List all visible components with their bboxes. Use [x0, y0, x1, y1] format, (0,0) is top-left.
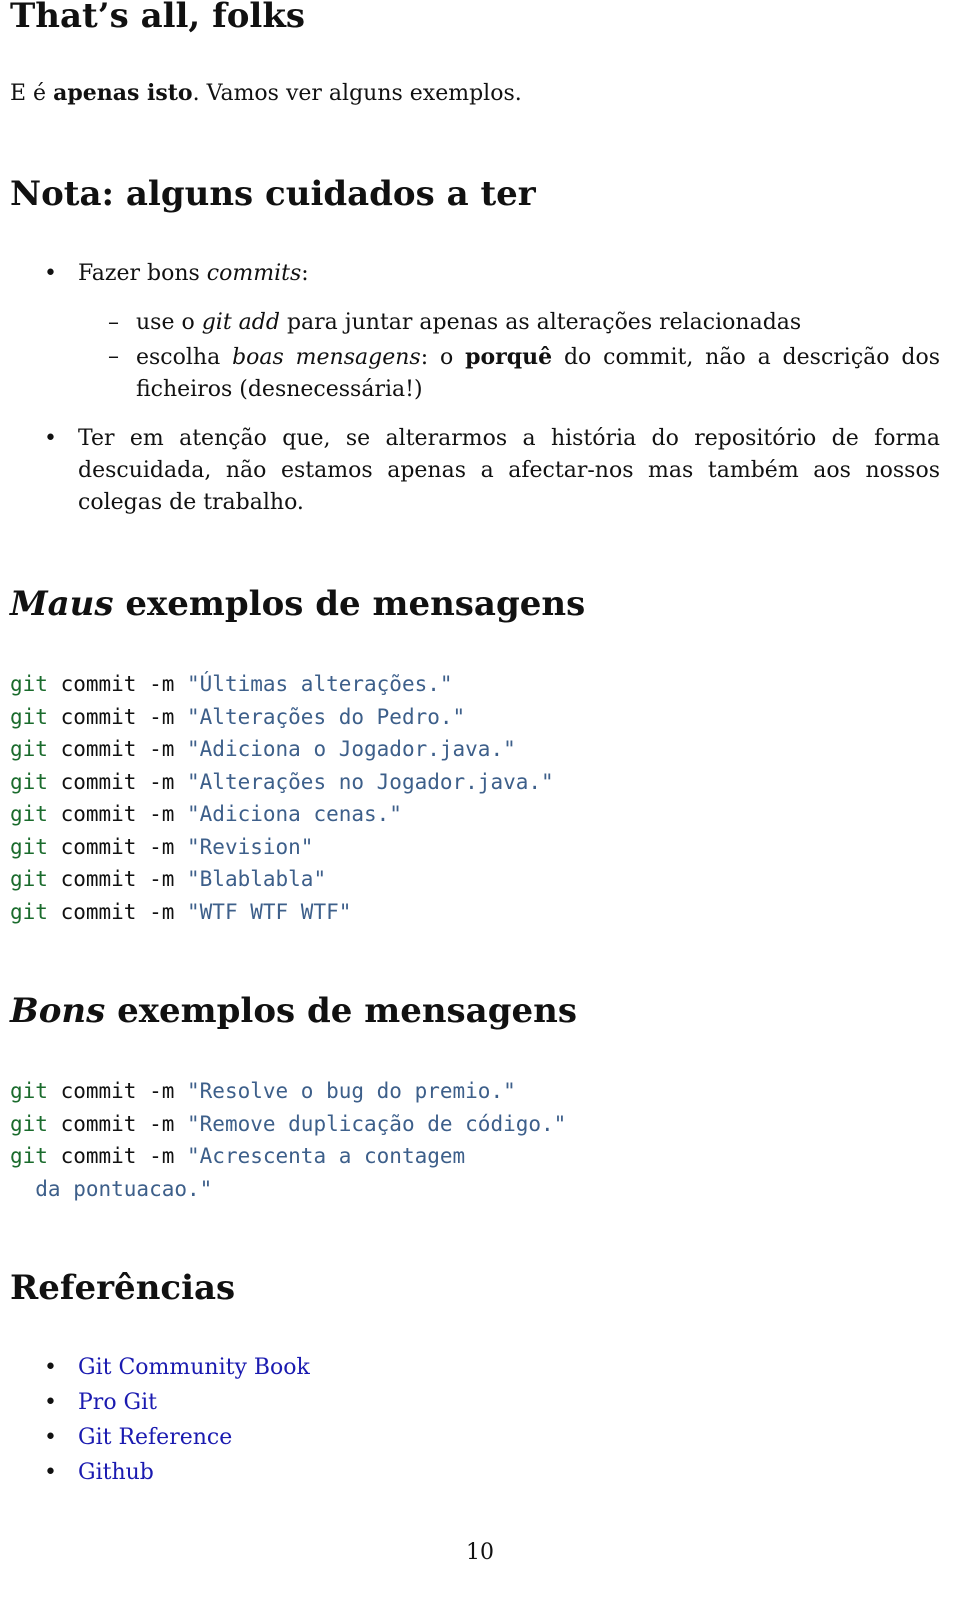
text: use o — [136, 310, 202, 335]
code-string: "Acrescenta a contagem — [187, 1144, 466, 1168]
code-line: git commit -m "Remove duplicação de códi… — [10, 1108, 566, 1141]
code-string: "Resolve o bug do premio." — [187, 1079, 516, 1103]
bullet-icon: • — [44, 1390, 57, 1415]
code-line: git commit -m "Adiciona o Jogador.java." — [10, 733, 554, 766]
code-line: git commit -m "Blablabla" — [10, 863, 554, 896]
intro-bold: apenas isto — [53, 80, 193, 106]
bullet-icon: • — [44, 1425, 57, 1450]
heading-thats-all-folks: That’s all, folks — [10, 0, 306, 36]
reference-link[interactable]: Pro Git — [78, 1387, 940, 1419]
code-keyword: git — [10, 802, 48, 826]
code-keyword: git — [10, 867, 48, 891]
code-string: "Adiciona cenas." — [187, 802, 402, 826]
intro-prefix: E é — [10, 81, 54, 106]
code-line: git commit -m "Revision" — [10, 831, 554, 864]
text: : — [301, 261, 309, 286]
code-string: da pontuacao." — [10, 1176, 213, 1201]
sub-item-text: use o git add para juntar apenas as alte… — [136, 307, 940, 339]
heading-bons-exemplos: Bons exemplos de mensagens — [10, 993, 577, 1029]
bullet-icon: • — [44, 426, 57, 451]
heading-maus-exemplos: Maus exemplos de mensagens — [10, 586, 585, 622]
heading-italic: Maus — [10, 584, 114, 624]
code-line: git commit -m "Alterações do Pedro." — [10, 701, 554, 734]
code-keyword: git — [10, 1079, 48, 1103]
code-string: "Últimas alterações." — [187, 672, 453, 696]
code-line: git commit -m "WTF WTF WTF" — [10, 896, 554, 929]
code-command: commit -m — [47, 1079, 188, 1103]
code-command: commit -m — [47, 672, 188, 696]
dash-icon: – — [108, 344, 119, 369]
reference-link[interactable]: Git Community Book — [78, 1352, 940, 1384]
code-command: commit -m — [47, 867, 188, 891]
code-string: "Alterações do Pedro." — [187, 704, 466, 729]
sub-item-text: escolha boas mensagens: o porquê do comm… — [136, 341, 940, 406]
code-keyword: git — [10, 1144, 48, 1168]
code-string: "Blablabla" — [187, 867, 327, 891]
code-string: "Revision" — [187, 834, 314, 859]
code-command: commit -m — [47, 1111, 188, 1136]
code-line: git commit -m "Alterações no Jogador.jav… — [10, 766, 554, 799]
code-command: commit -m — [47, 1144, 188, 1168]
code-line: git commit -m "Últimas alterações." — [10, 668, 554, 701]
code-string: "Adiciona o Jogador.java." — [187, 737, 516, 761]
text: escolha — [136, 345, 233, 370]
code-string: "WTF WTF WTF" — [187, 899, 352, 924]
code-command: commit -m — [47, 899, 188, 924]
code-line: git commit -m "Acrescenta a contagem — [10, 1140, 566, 1173]
bullet-icon: • — [44, 1355, 57, 1380]
intro-suffix: . Vamos ver alguns exemplos. — [192, 81, 522, 106]
code-command: commit -m — [47, 769, 188, 794]
code-block-bad-examples: git commit -m "Últimas alterações." git c… — [10, 668, 554, 928]
text: para juntar apenas as alterações relacio… — [279, 310, 802, 335]
heading-nota: Nota: alguns cuidados a ter — [10, 174, 536, 214]
bullet-text: Ter em atenção que, se alterarmos a hist… — [78, 426, 940, 515]
text-bold: porquê — [465, 344, 553, 370]
code-keyword: git — [10, 672, 48, 696]
code-block-good-examples: git commit -m "Resolve o bug do premio."… — [10, 1075, 566, 1205]
heading-referencias: Referências — [10, 1268, 236, 1308]
bullet-icon: • — [44, 1460, 57, 1485]
text-italic: boas mensagens — [232, 345, 421, 370]
code-line-continuation: da pontuacao." — [10, 1173, 566, 1206]
text-italic: git add — [201, 310, 280, 335]
page-number: 10 — [466, 1540, 494, 1565]
heading-rest: exemplos de mensagens — [105, 991, 577, 1031]
code-command: commit -m — [47, 737, 188, 761]
code-string: "Remove duplicação de código." — [187, 1111, 567, 1136]
code-command: commit -m — [47, 704, 188, 729]
code-keyword: git — [10, 899, 48, 924]
heading-italic: Bons — [10, 991, 106, 1031]
reference-link[interactable]: Github — [78, 1457, 940, 1489]
code-keyword: git — [10, 1111, 48, 1136]
code-command: commit -m — [47, 834, 188, 859]
code-keyword: git — [10, 769, 48, 794]
bullet-text: Fazer bons commits: — [78, 258, 940, 290]
code-string: "Alterações no Jogador.java." — [187, 769, 554, 794]
text: : o — [420, 345, 466, 370]
heading-rest: exemplos de mensagens — [113, 584, 586, 624]
bullet-icon: • — [44, 261, 57, 286]
reference-link[interactable]: Git Reference — [78, 1422, 940, 1454]
code-keyword: git — [10, 834, 48, 859]
text-italic: commits — [206, 261, 302, 286]
intro-paragraph: E é apenas isto. Vamos ver alguns exempl… — [10, 80, 522, 107]
code-keyword: git — [10, 737, 48, 761]
code-line: git commit -m "Resolve o bug do premio." — [10, 1075, 566, 1108]
text: Fazer bons — [78, 261, 207, 286]
dash-icon: – — [108, 310, 119, 335]
code-line: git commit -m "Adiciona cenas." — [10, 798, 554, 831]
code-keyword: git — [10, 704, 48, 729]
code-command: commit -m — [47, 802, 188, 826]
